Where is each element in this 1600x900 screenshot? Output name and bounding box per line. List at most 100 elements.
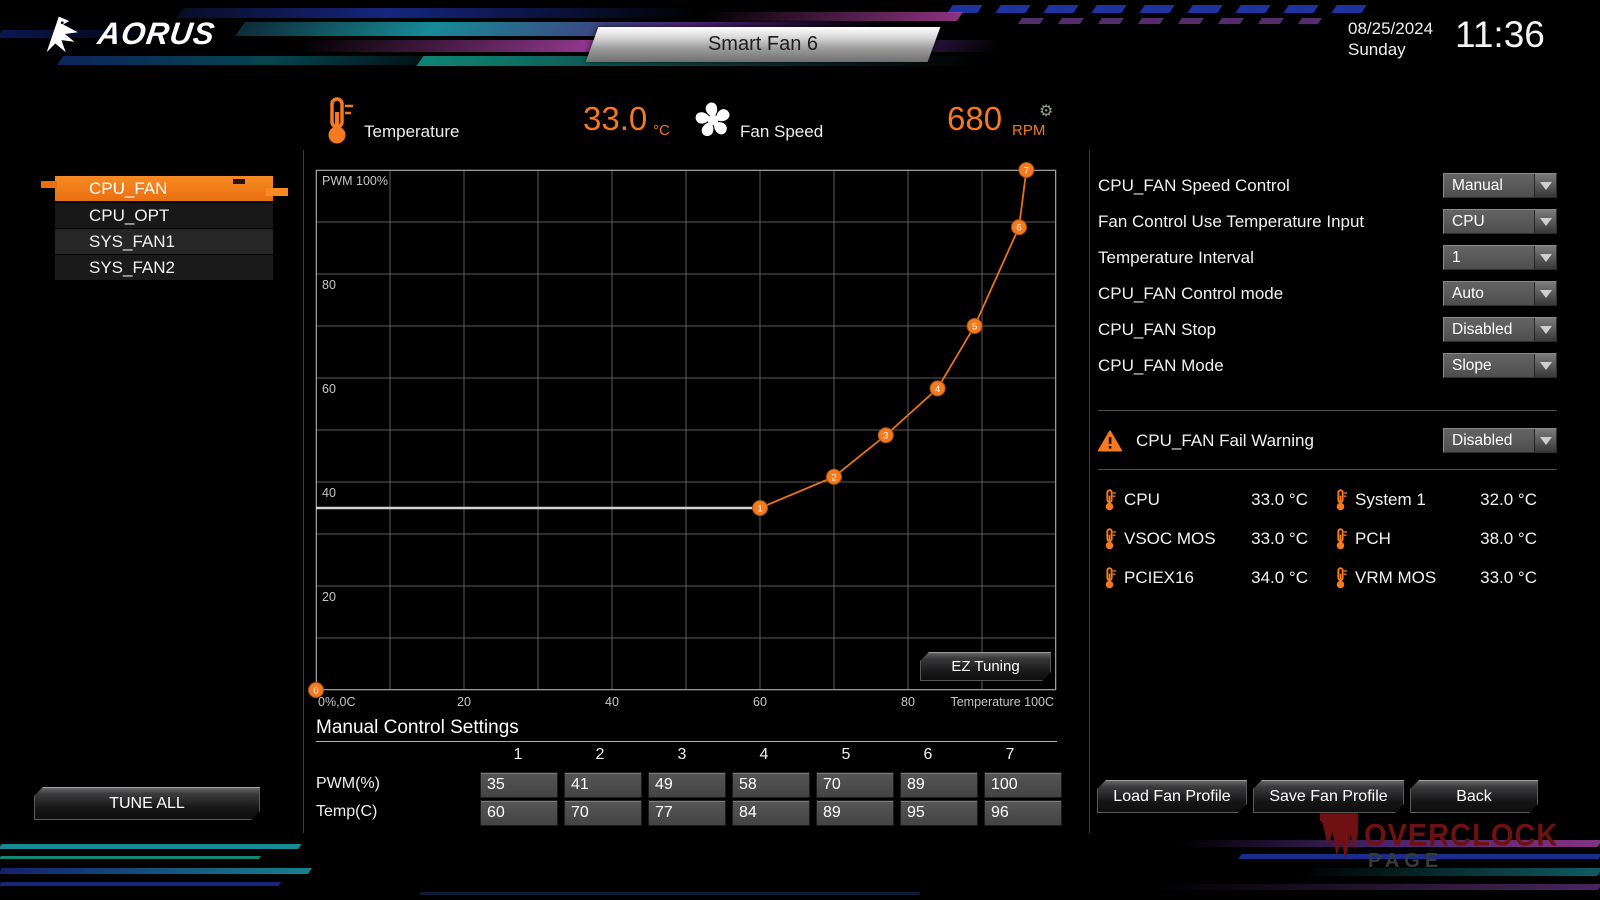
sidebar-item-cpu-fan[interactable]: CPU_FAN <box>41 176 288 201</box>
svg-text:40: 40 <box>322 486 336 500</box>
sensor-name: VRM MOS <box>1355 568 1437 587</box>
temp-reading-system-1: System 1 32.0 °C <box>1334 488 1537 512</box>
chevron-down-icon[interactable] <box>1534 210 1556 233</box>
sidebar-item-sys-fan2[interactable]: SYS_FAN2 <box>55 255 273 280</box>
dropdown-value: Auto <box>1452 285 1484 302</box>
sensor-value: 32.0 °C <box>1480 490 1537 509</box>
chevron-down-icon[interactable] <box>1534 174 1556 197</box>
sensor-value: 33.0 °C <box>1251 490 1308 509</box>
column-header: 3 <box>677 746 687 763</box>
fan-speed-unit: RPM <box>1012 122 1046 139</box>
svg-text:0: 0 <box>313 686 318 697</box>
svg-text:80: 80 <box>901 695 915 709</box>
pwm-cell-4[interactable]: 58 <box>732 772 810 798</box>
sensor-name: PCH <box>1355 529 1391 548</box>
sidebar-item-sys-fan1[interactable]: SYS_FAN1 <box>55 229 273 254</box>
svg-text:80: 80 <box>322 278 336 292</box>
dropdown-value: Disabled <box>1452 321 1513 338</box>
thermometer-icon <box>328 97 353 144</box>
setting-row-speed-control: CPU_FAN Speed Control Manual <box>1098 173 1557 199</box>
divider-right <box>1089 150 1090 833</box>
temp-cell-2[interactable]: 70 <box>564 800 642 826</box>
curve-point-2[interactable]: 2 <box>826 468 842 485</box>
pwm-cell-6[interactable]: 89 <box>900 772 978 798</box>
temp-cell-7[interactable]: 96 <box>984 800 1062 826</box>
clock-text: 11:36 <box>1455 14 1545 55</box>
curve-point-4[interactable]: 4 <box>929 380 946 397</box>
sidebar-item-label: CPU_FAN <box>89 179 168 198</box>
temp-cell-1[interactable]: 60 <box>480 800 558 826</box>
decor-streak <box>418 892 922 895</box>
gear-icon[interactable]: ⚙ <box>1039 101 1053 121</box>
control-mode-dropdown[interactable]: Auto <box>1443 281 1557 306</box>
curve-point-5[interactable]: 5 <box>966 318 983 334</box>
decor-streak <box>1297 868 1600 876</box>
sensor-name: PCIEX16 <box>1124 568 1194 587</box>
temperature-unit: °C <box>653 122 670 139</box>
decor-streak <box>56 56 484 65</box>
decor-streak <box>0 856 262 859</box>
pwm-row: 35 41 49 58 70 89 100 <box>480 772 1062 798</box>
temp-cell-5[interactable]: 89 <box>816 800 894 826</box>
setting-row-control-mode: CPU_FAN Control mode Auto <box>1098 281 1557 307</box>
sensor-value: 38.0 °C <box>1480 529 1537 548</box>
thermometer-mini-icon <box>1336 567 1347 589</box>
dropdown-value: Manual <box>1452 177 1503 194</box>
tune-all-button[interactable]: TUNE ALL <box>34 787 260 820</box>
back-button[interactable]: Back <box>1410 780 1538 813</box>
temperature-value: 33.0 <box>583 100 648 137</box>
separator <box>1098 469 1557 470</box>
setting-row-temp-input: Fan Control Use Temperature Input CPU <box>1098 209 1557 235</box>
page-title-banner: Smart Fan 6 <box>585 27 941 62</box>
pwm-cell-5[interactable]: 70 <box>816 772 894 798</box>
thermometer-mini-icon <box>1105 567 1116 589</box>
sidebar-item-label: SYS_FAN1 <box>89 232 175 251</box>
sensor-name: VSOC MOS <box>1124 529 1216 548</box>
svg-text:PWM 100%: PWM 100% <box>322 174 388 188</box>
svg-text:2: 2 <box>831 472 836 483</box>
fan-stop-dropdown[interactable]: Disabled <box>1443 317 1557 342</box>
save-fan-profile-button[interactable]: Save Fan Profile (F3) <box>1253 780 1404 813</box>
temp-reading-pch: PCH 38.0 °C <box>1334 527 1537 551</box>
fan-mode-dropdown[interactable]: Slope <box>1443 353 1557 378</box>
temp-input-dropdown[interactable]: CPU <box>1443 209 1557 234</box>
pwm-cell-7[interactable]: 100 <box>984 772 1062 798</box>
chevron-down-icon[interactable] <box>1534 282 1556 305</box>
curve-point-3[interactable]: 3 <box>877 427 894 444</box>
decor-streak <box>696 12 964 21</box>
pwm-cell-3[interactable]: 49 <box>648 772 726 798</box>
pwm-cell-1[interactable]: 35 <box>480 772 558 798</box>
fail-warning-dropdown[interactable]: Disabled <box>1443 428 1557 453</box>
temp-cell-3[interactable]: 77 <box>648 800 726 826</box>
curve-point-6[interactable]: 6 <box>1011 219 1027 236</box>
ez-tuning-button[interactable]: EZ Tuning <box>920 652 1051 681</box>
sidebar-item-cpu-opt[interactable]: CPU_OPT <box>55 203 273 228</box>
temp-cell-6[interactable]: 95 <box>900 800 978 826</box>
dropdown-value: CPU <box>1452 213 1485 230</box>
sensor-name: System 1 <box>1355 490 1426 509</box>
temp-cell-4[interactable]: 84 <box>732 800 810 826</box>
svg-text:3: 3 <box>883 431 888 442</box>
decor-streak <box>1238 854 1600 859</box>
svg-text:1: 1 <box>757 504 762 515</box>
speed-control-dropdown[interactable]: Manual <box>1443 173 1557 198</box>
temp-interval-dropdown[interactable]: 1 <box>1443 245 1557 270</box>
svg-text:4: 4 <box>935 384 940 395</box>
curve-point-0[interactable]: 0 <box>308 682 324 698</box>
pwm-cell-2[interactable]: 41 <box>564 772 642 798</box>
date-block: 08/25/2024 Sunday <box>1348 18 1433 60</box>
row-label-pwm: PWM(%) <box>316 775 380 792</box>
setting-label: CPU_FAN Mode <box>1098 356 1224 375</box>
setting-row-fail-warning: CPU_FAN Fail Warning Disabled <box>1098 428 1557 454</box>
brand-name: AORUS <box>95 16 218 51</box>
chevron-down-icon[interactable] <box>1534 318 1556 341</box>
thermometer-mini-icon <box>1336 489 1347 511</box>
load-fan-profile-button[interactable]: Load Fan Profile (F4) <box>1097 780 1247 813</box>
divider-left <box>303 150 304 833</box>
chevron-down-icon[interactable] <box>1534 354 1556 377</box>
chevron-down-icon[interactable] <box>1534 246 1556 269</box>
curve-point-1[interactable]: 1 <box>752 500 768 516</box>
curve-point-7[interactable]: 7 <box>1018 162 1035 178</box>
setting-label: CPU_FAN Stop <box>1098 320 1217 339</box>
chevron-down-icon[interactable] <box>1534 429 1556 452</box>
